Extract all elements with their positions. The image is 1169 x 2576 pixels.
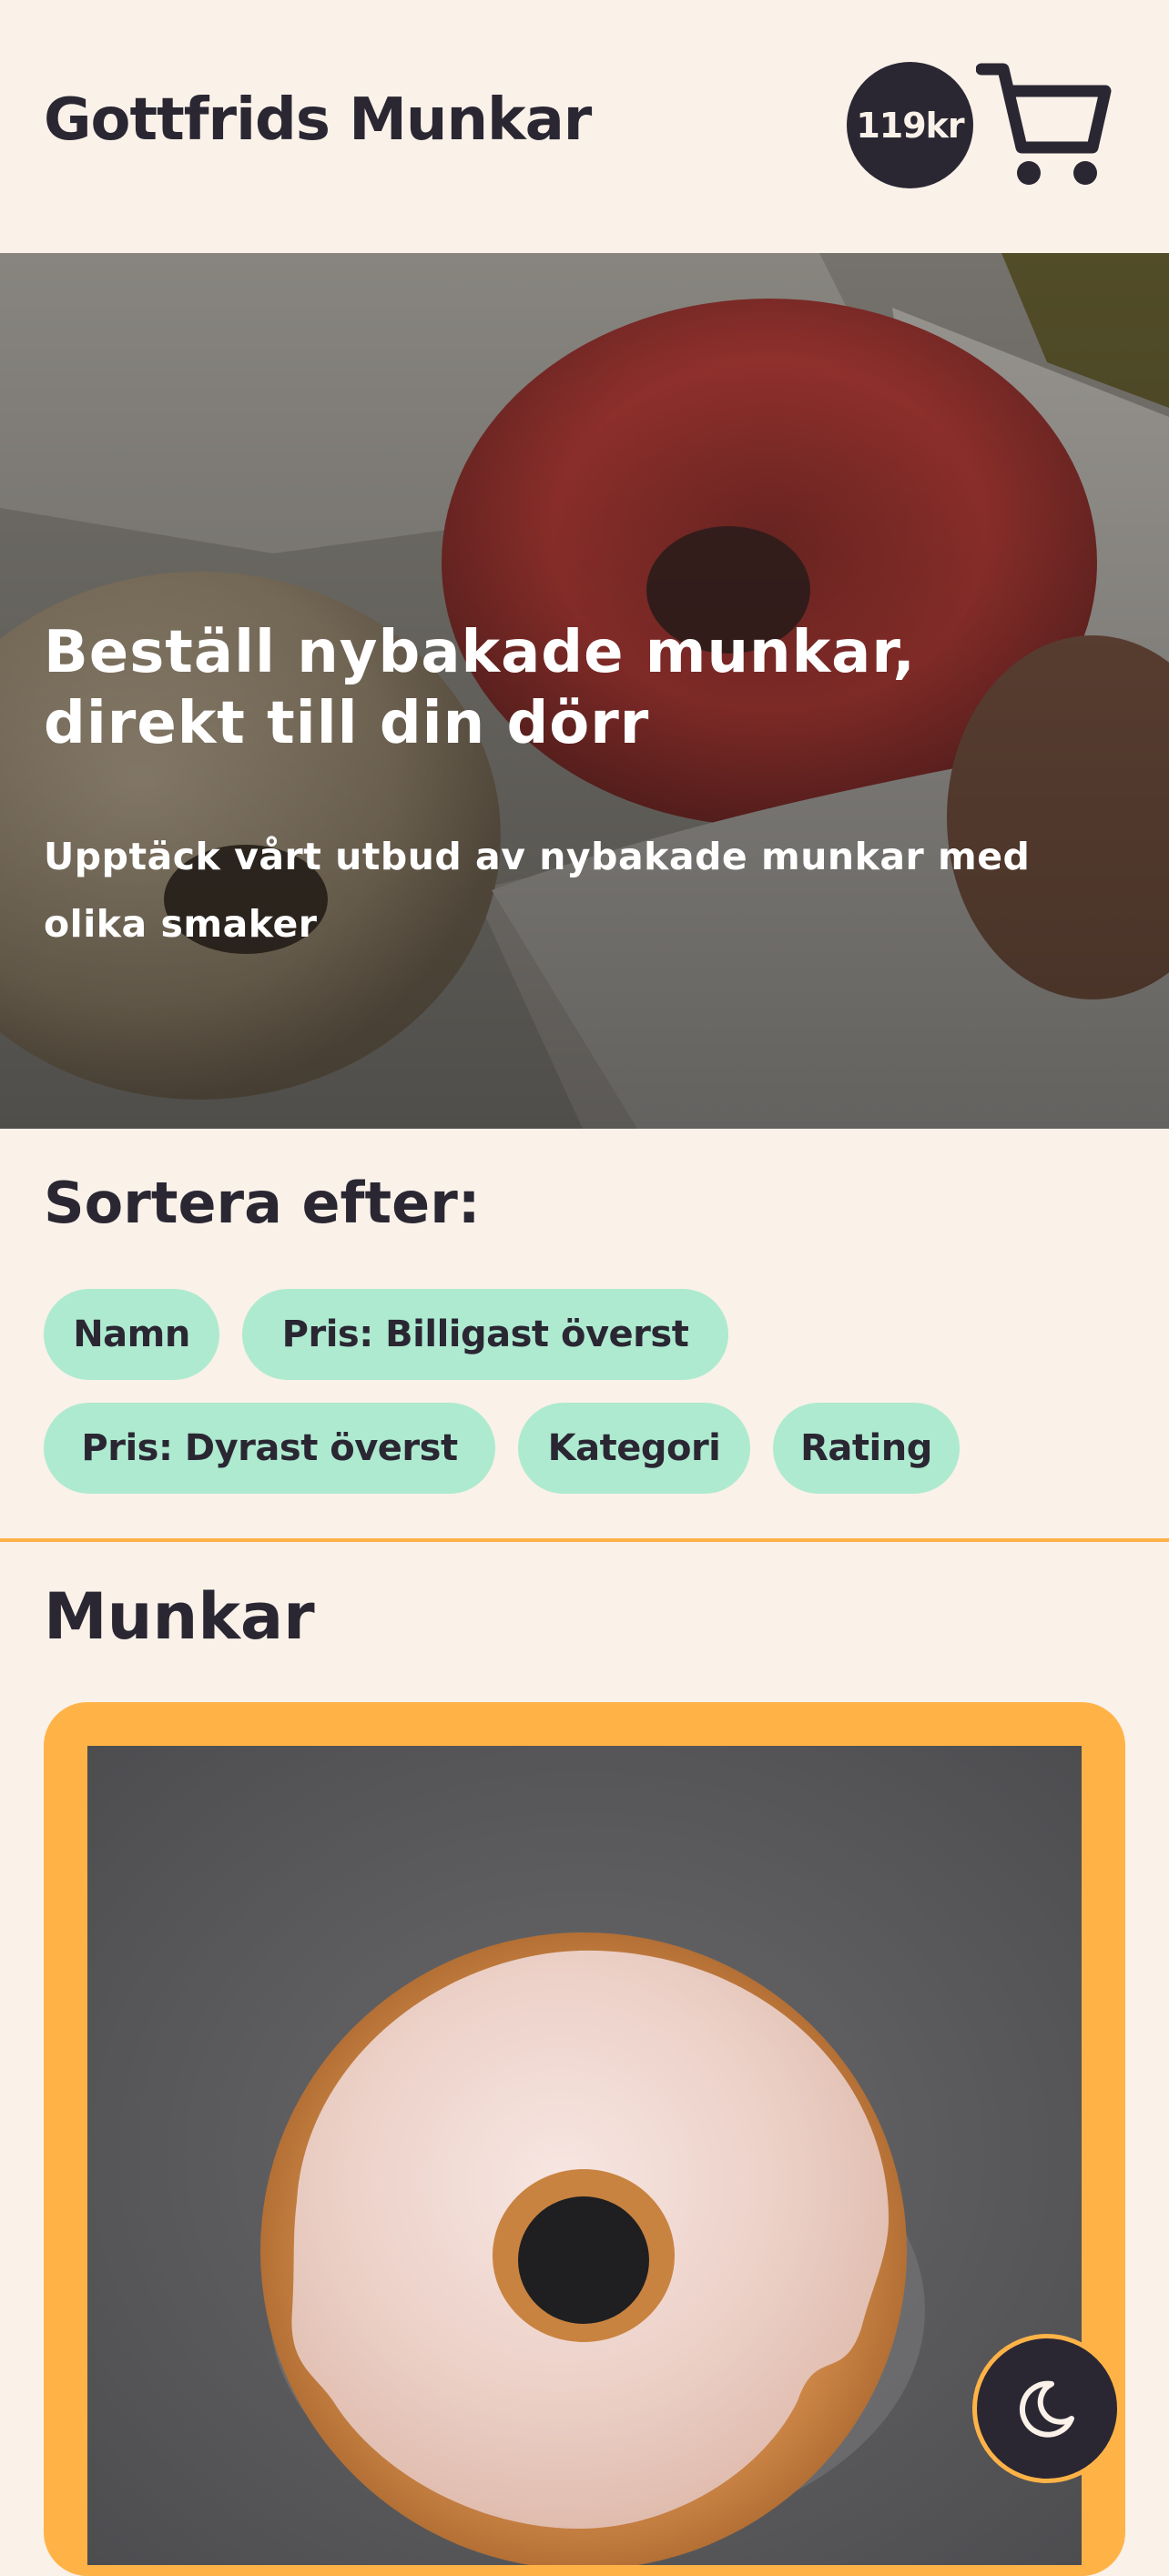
site-header: Gottfrids Munkar 119kr	[0, 0, 1169, 253]
hero-banner: Beställ nybakade munkar, direkt till din…	[0, 253, 1169, 1129]
cart-total-badge: 119kr	[847, 62, 973, 188]
sort-by-rating-button[interactable]: Rating	[773, 1403, 960, 1494]
product-card[interactable]	[44, 1702, 1125, 2576]
sort-by-category-button[interactable]: Kategori	[518, 1403, 750, 1494]
hero-subtitle: Upptäck vårt utbud av nybakade munkar me…	[44, 835, 1031, 946]
sort-heading: Sortera efter:	[44, 1170, 481, 1236]
section-divider	[0, 1538, 1169, 1542]
sort-by-price-asc-button[interactable]: Pris: Billigast överst	[242, 1289, 728, 1380]
glazed-donut-image	[87, 1746, 1082, 2565]
hero-title: Beställ nybakade munkar, direkt till din…	[44, 619, 916, 757]
moon-icon	[1019, 2380, 1074, 2438]
sort-by-name-button[interactable]: Namn	[44, 1289, 219, 1380]
products-heading: Munkar	[44, 1579, 315, 1654]
sort-by-price-desc-button[interactable]: Pris: Dyrast överst	[44, 1403, 495, 1494]
product-image	[87, 1746, 1082, 2565]
theme-toggle-button[interactable]	[972, 2334, 1122, 2483]
cart-button[interactable]	[975, 56, 1113, 193]
shopping-cart-icon	[975, 63, 1112, 185]
site-logo-text[interactable]: Gottfrids Munkar	[44, 86, 592, 154]
